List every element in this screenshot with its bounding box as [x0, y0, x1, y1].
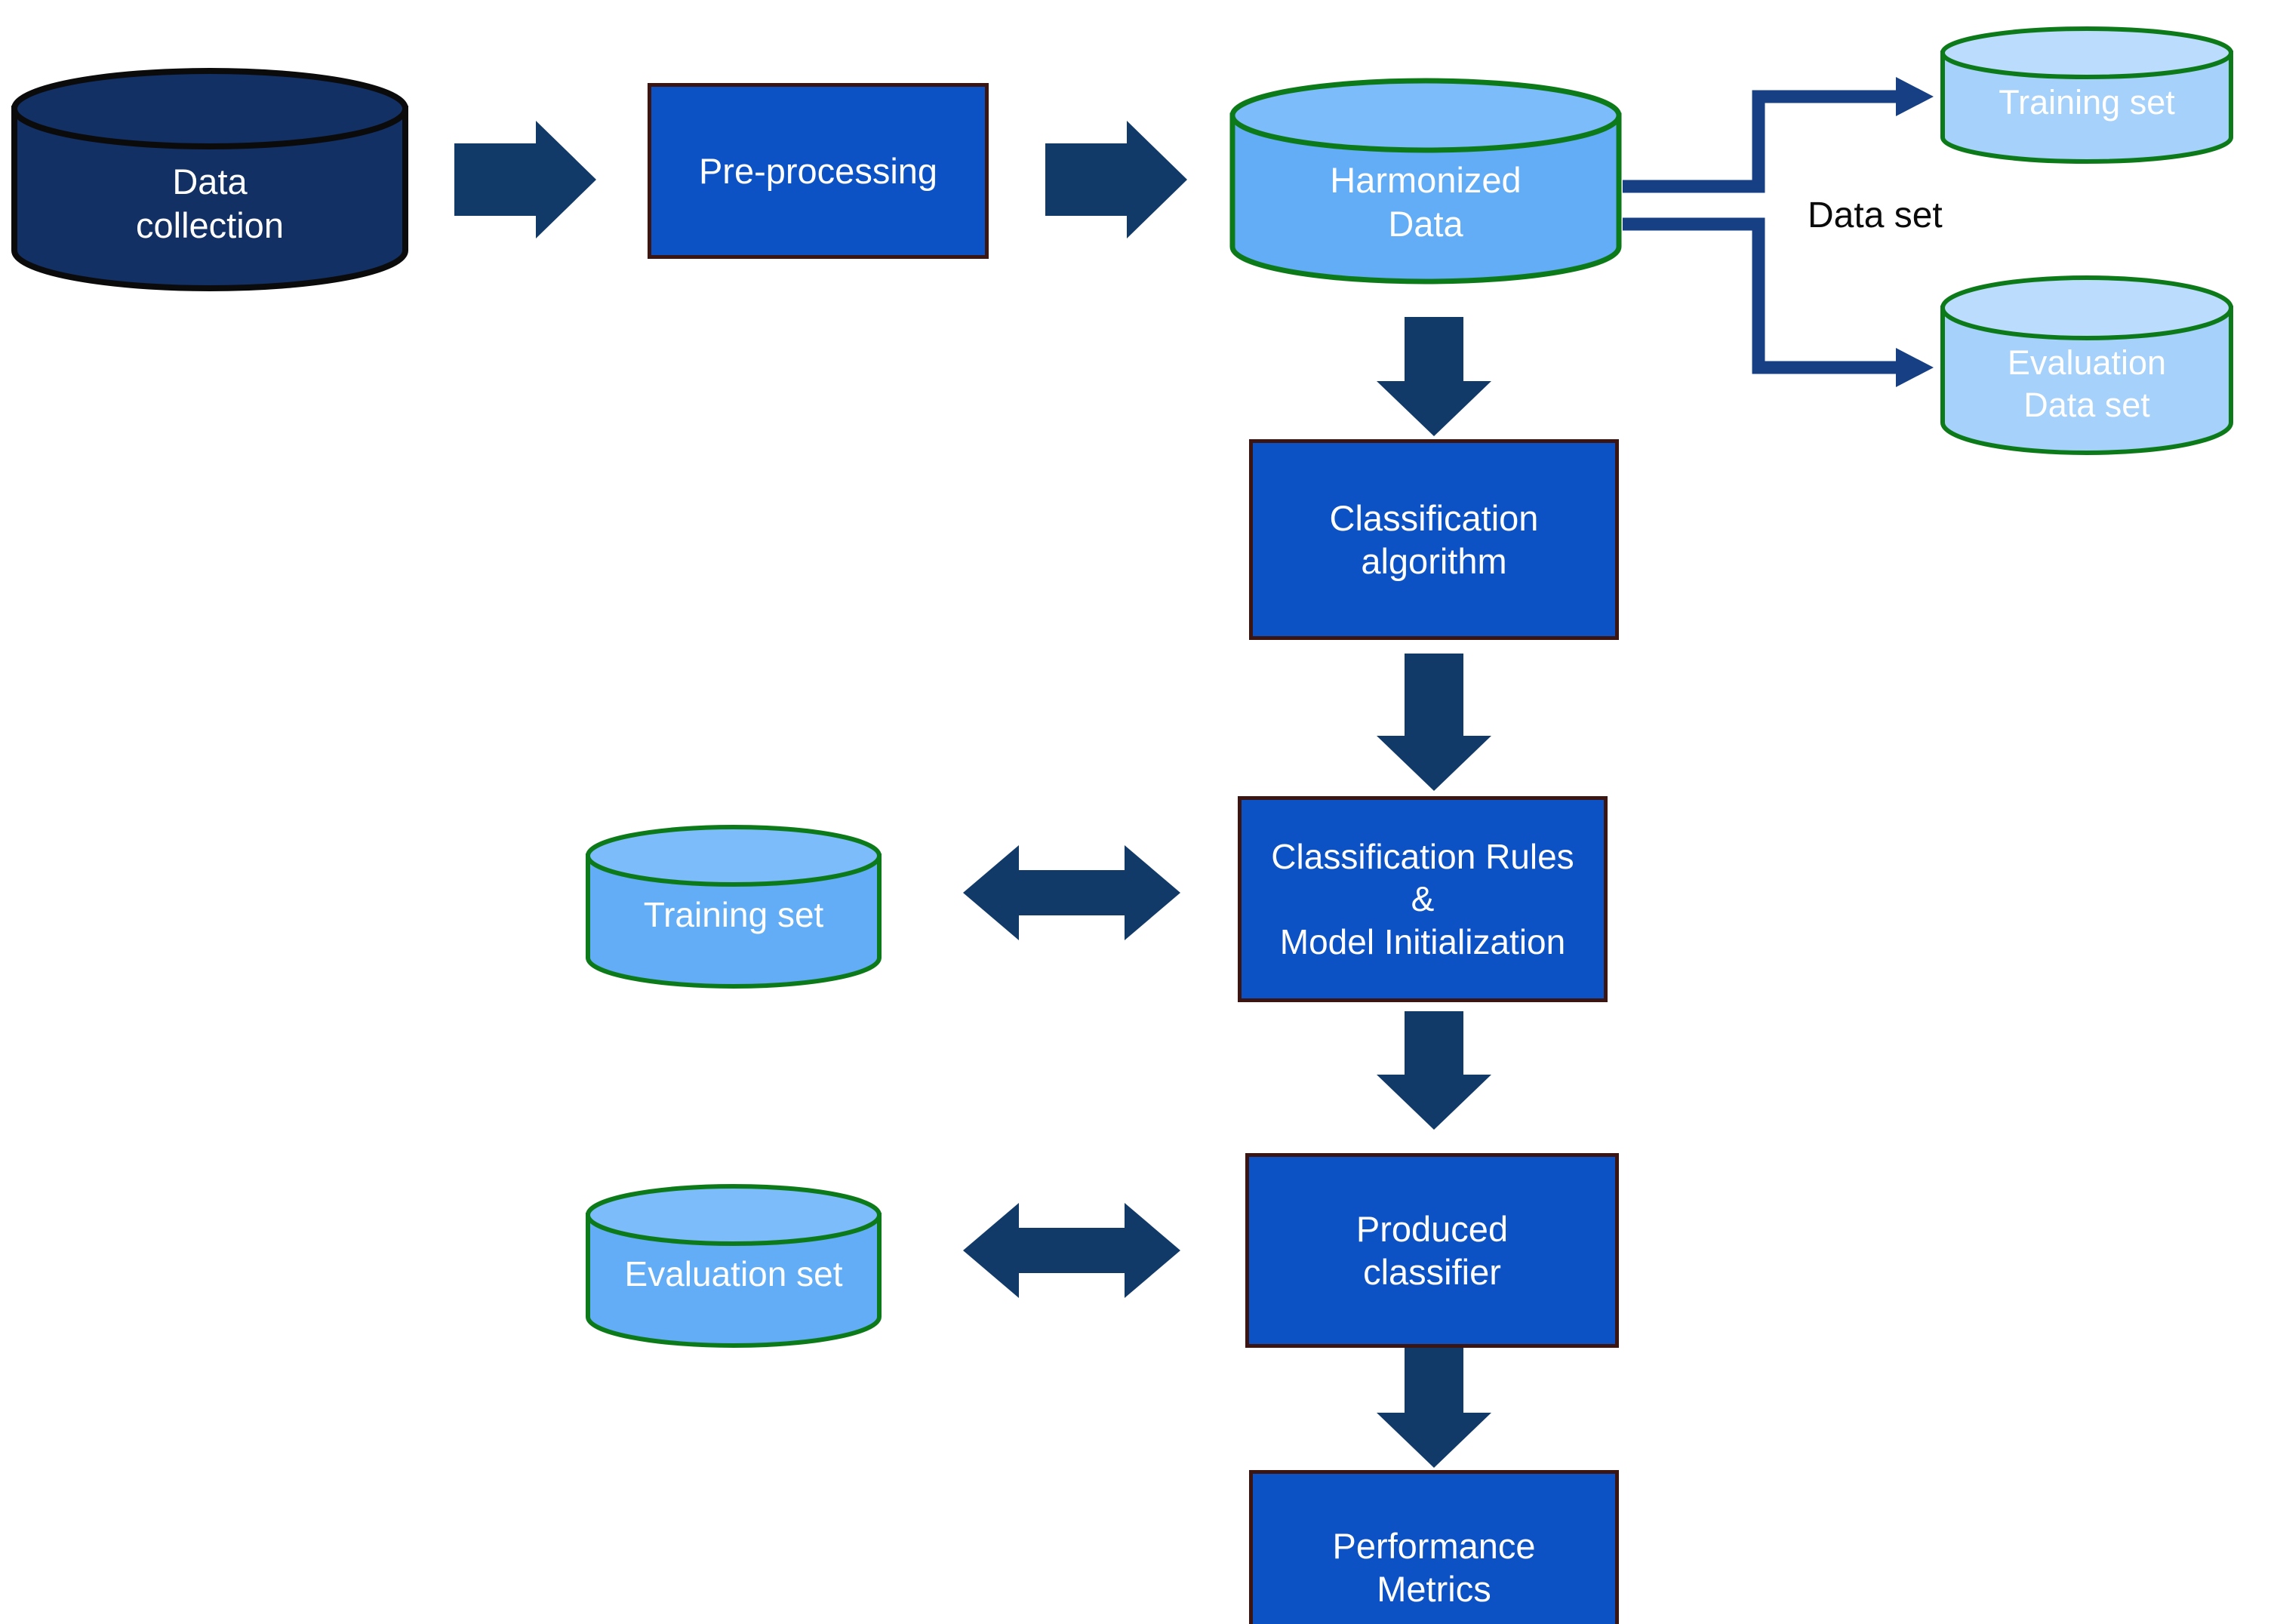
node-evaluation-set[interactable]: Evaluation set [585, 1184, 882, 1348]
cylinder-shape-evaluation-data-set [1940, 275, 2233, 455]
connector-harmonized-to-training-set [1623, 77, 1934, 193]
cylinder-shape-evaluation-set [586, 1184, 882, 1348]
cylinder-shape-harmonized-data [1229, 78, 1622, 285]
cylinder-shape-training-set-top [1940, 26, 2233, 164]
block-arrow-produced-classifier-to-performance-metrics [1377, 1348, 1491, 1468]
connector-harmonized-to-evaluation-data-set [1623, 217, 1934, 387]
node-training-set-top[interactable]: Training set [1940, 26, 2234, 164]
edge-label-data-set: Data set [1808, 195, 1943, 235]
node-label-pre-processing: Pre-processing [698, 150, 938, 191]
node-label-classification-algorithm: Classification algorithm [1329, 497, 1539, 581]
block-arrow-rules-to-produced-classifier [1377, 1011, 1491, 1130]
block-arrow-training-set-to-classification-rules [963, 845, 1180, 940]
node-label-produced-classifier: Produced classifier [1355, 1208, 1509, 1292]
node-produced-classifier[interactable]: Produced classifier [1245, 1153, 1619, 1348]
node-label-classification-rules: Classification Rules & Model Initializat… [1271, 837, 1574, 961]
node-performance-metrics[interactable]: Performance Metrics [1249, 1470, 1619, 1624]
node-pre-processing[interactable]: Pre-processing [648, 83, 989, 259]
node-harmonized-data[interactable]: Harmonized Data [1229, 78, 1623, 285]
block-arrow-data-collection-to-pre-processing [454, 121, 596, 238]
node-classification-rules[interactable]: Classification Rules & Model Initializat… [1238, 796, 1608, 1002]
node-data-collection[interactable]: Data collection [11, 68, 409, 291]
block-arrow-evaluation-set-to-produced-classifier [963, 1203, 1180, 1298]
cylinder-shape-training-set-mid [586, 825, 882, 989]
block-arrow-pre-processing-to-harmonized-data [1045, 121, 1187, 238]
node-label-performance-metrics: Performance Metrics [1332, 1525, 1536, 1609]
block-arrow-classification-algorithm-to-rules [1377, 654, 1491, 791]
flowchart-canvas: Data collection Pre-processing Harmonize… [0, 0, 2277, 1624]
node-classification-algorithm[interactable]: Classification algorithm [1249, 439, 1619, 640]
node-evaluation-data-set[interactable]: Evaluation Data set [1940, 275, 2234, 455]
node-training-set-mid[interactable]: Training set [585, 825, 882, 989]
block-arrow-harmonized-to-classification-algorithm [1377, 317, 1491, 436]
cylinder-shape-data-collection [11, 68, 408, 291]
